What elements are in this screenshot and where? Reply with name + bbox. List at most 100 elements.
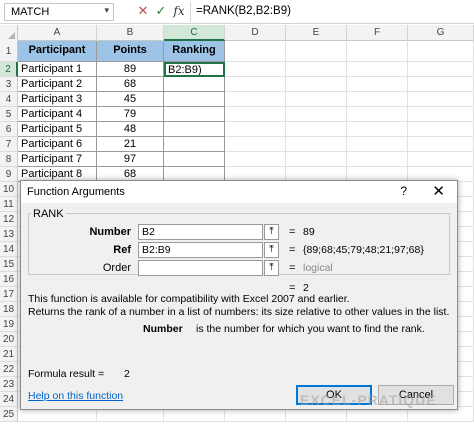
empty-cell[interactable] [347, 92, 408, 107]
select-all-corner[interactable] [0, 25, 18, 41]
column-header[interactable]: D [225, 25, 286, 41]
empty-cell[interactable] [408, 122, 474, 137]
column-header[interactable]: B [97, 25, 164, 41]
empty-cell[interactable] [225, 62, 286, 77]
column-header[interactable]: E [286, 25, 347, 41]
row-header[interactable]: 9 [0, 167, 18, 182]
table-cell[interactable]: 89 [97, 62, 164, 77]
formula-input[interactable]: =RANK(B2,B2:B9) [196, 5, 291, 17]
table-cell[interactable] [164, 152, 225, 167]
empty-cell[interactable] [286, 122, 347, 137]
row-header[interactable]: 22 [0, 362, 18, 377]
table-cell[interactable] [164, 122, 225, 137]
collapse-dialog-icon[interactable]: ⤒ [264, 224, 279, 240]
row-header[interactable]: 20 [0, 332, 18, 347]
table-cell[interactable]: Participant 5 [18, 122, 97, 137]
table-cell[interactable]: 97 [97, 152, 164, 167]
row-header[interactable]: 15 [0, 257, 18, 272]
cancel-edit-icon[interactable]: ✕ [134, 2, 152, 20]
empty-cell[interactable] [225, 152, 286, 167]
empty-cell[interactable] [286, 77, 347, 92]
help-link[interactable]: Help on this function [28, 390, 123, 402]
row-header[interactable]: 19 [0, 317, 18, 332]
table-cell[interactable]: Participant 1 [18, 62, 97, 77]
row-header[interactable]: 17 [0, 287, 18, 302]
empty-cell[interactable] [286, 152, 347, 167]
empty-cell[interactable] [225, 41, 286, 62]
table-cell[interactable]: Participant 4 [18, 107, 97, 122]
row-header[interactable]: 8 [0, 152, 18, 167]
empty-cell[interactable] [286, 92, 347, 107]
collapse-dialog-icon[interactable]: ⤒ [264, 260, 279, 276]
empty-cell[interactable] [408, 107, 474, 122]
arg-input-order[interactable] [138, 260, 263, 276]
row-header[interactable]: 12 [0, 212, 18, 227]
empty-cell[interactable] [347, 107, 408, 122]
row-header[interactable]: 25 [0, 407, 18, 422]
table-cell[interactable] [164, 107, 225, 122]
table-cell[interactable] [164, 137, 225, 152]
empty-cell[interactable] [347, 77, 408, 92]
empty-cell[interactable] [286, 41, 347, 62]
row-header[interactable]: 16 [0, 272, 18, 287]
chevron-down-icon[interactable]: ▾ [104, 5, 109, 16]
table-cell[interactable] [164, 77, 225, 92]
row-header[interactable]: 21 [0, 347, 18, 362]
table-cell[interactable]: 68 [97, 77, 164, 92]
column-header[interactable]: F [347, 25, 408, 41]
table-cell[interactable]: Participant 6 [18, 137, 97, 152]
empty-cell[interactable] [408, 77, 474, 92]
empty-cell[interactable] [408, 62, 474, 77]
empty-cell[interactable] [286, 107, 347, 122]
table-cell[interactable] [164, 92, 225, 107]
insert-function-icon[interactable]: fx [170, 2, 188, 20]
row-header[interactable]: 5 [0, 107, 18, 122]
row-header[interactable]: 3 [0, 77, 18, 92]
row-header[interactable]: 13 [0, 227, 18, 242]
row-header[interactable]: 24 [0, 392, 18, 407]
row-header[interactable]: 11 [0, 197, 18, 212]
empty-cell[interactable] [225, 107, 286, 122]
close-icon[interactable]: ✕ [432, 182, 445, 200]
empty-cell[interactable] [225, 122, 286, 137]
empty-cell[interactable] [408, 137, 474, 152]
row-header[interactable]: 2 [0, 62, 18, 77]
empty-cell[interactable] [408, 92, 474, 107]
table-cell[interactable]: 48 [97, 122, 164, 137]
table-header-cell[interactable]: Ranking [164, 41, 225, 62]
row-header[interactable]: 7 [0, 137, 18, 152]
empty-cell[interactable] [286, 62, 347, 77]
empty-cell[interactable] [408, 152, 474, 167]
row-header[interactable]: 4 [0, 92, 18, 107]
table-cell[interactable]: Participant 2 [18, 77, 97, 92]
table-cell[interactable]: 21 [97, 137, 164, 152]
empty-cell[interactable] [225, 77, 286, 92]
table-cell[interactable]: Participant 3 [18, 92, 97, 107]
row-header[interactable]: 10 [0, 182, 18, 197]
arg-input-ref[interactable]: B2:B9 [138, 242, 263, 258]
column-header[interactable]: G [408, 25, 474, 41]
empty-cell[interactable] [347, 137, 408, 152]
empty-cell[interactable] [408, 41, 474, 62]
table-cell[interactable]: 79 [97, 107, 164, 122]
column-header[interactable]: C [164, 25, 225, 41]
row-header[interactable]: 23 [0, 377, 18, 392]
empty-cell[interactable] [347, 62, 408, 77]
table-header-cell[interactable]: Participant [18, 41, 97, 62]
collapse-dialog-icon[interactable]: ⤒ [264, 242, 279, 258]
empty-cell[interactable] [225, 137, 286, 152]
column-header[interactable]: A [18, 25, 97, 41]
confirm-edit-icon[interactable]: ✓ [152, 2, 170, 20]
empty-cell[interactable] [286, 137, 347, 152]
empty-cell[interactable] [347, 152, 408, 167]
table-cell[interactable]: 45 [97, 92, 164, 107]
row-header[interactable]: 18 [0, 302, 18, 317]
row-header[interactable]: 6 [0, 122, 18, 137]
empty-cell[interactable] [225, 92, 286, 107]
active-cell[interactable]: B2:B9) [164, 62, 225, 77]
row-header[interactable]: 14 [0, 242, 18, 257]
table-header-cell[interactable]: Points [97, 41, 164, 62]
empty-cell[interactable] [347, 122, 408, 137]
help-icon[interactable]: ? [400, 184, 407, 198]
row-header[interactable]: 1 [0, 41, 18, 62]
